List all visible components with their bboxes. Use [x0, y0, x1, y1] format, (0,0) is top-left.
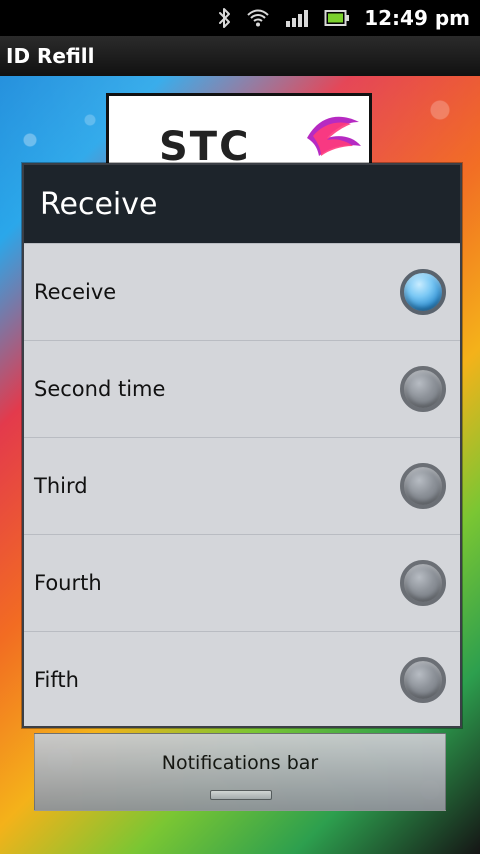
radio-button-selected[interactable]: [400, 269, 446, 315]
bluetooth-icon: [218, 7, 232, 29]
radio-button[interactable]: [400, 463, 446, 509]
option-receive[interactable]: Receive: [24, 243, 460, 340]
option-label: Fifth: [34, 668, 79, 692]
radio-button[interactable]: [400, 657, 446, 703]
status-bar: 12:49 pm: [0, 0, 480, 36]
app-title-bar: ID Refill: [0, 36, 480, 76]
drag-handle-icon[interactable]: [210, 790, 272, 800]
option-fourth[interactable]: Fourth: [24, 534, 460, 631]
option-label: Second time: [34, 377, 166, 401]
option-second-time[interactable]: Second time: [24, 340, 460, 437]
radio-button[interactable]: [400, 366, 446, 412]
wifi-icon: [246, 7, 270, 29]
status-time: 12:49 pm: [364, 6, 470, 30]
battery-icon: [324, 9, 350, 27]
app-title: ID Refill: [6, 44, 95, 68]
option-label: Fourth: [34, 571, 102, 595]
dialog-title: Receive: [40, 186, 158, 222]
option-label: Receive: [34, 280, 117, 304]
notifications-bar[interactable]: Notifications bar: [34, 733, 446, 811]
stc-logo-swirl-icon: [307, 116, 361, 156]
notifications-bar-label: Notifications bar: [161, 752, 319, 774]
dialog-header: Receive: [24, 165, 460, 243]
option-third[interactable]: Third: [24, 437, 460, 534]
radio-button[interactable]: [400, 560, 446, 606]
receive-dialog: Receive Receive Second time Third Fourth…: [22, 163, 462, 728]
option-label: Third: [34, 474, 88, 498]
status-icons: [218, 7, 350, 29]
signal-icon: [284, 7, 310, 29]
option-fifth[interactable]: Fifth: [24, 631, 460, 728]
